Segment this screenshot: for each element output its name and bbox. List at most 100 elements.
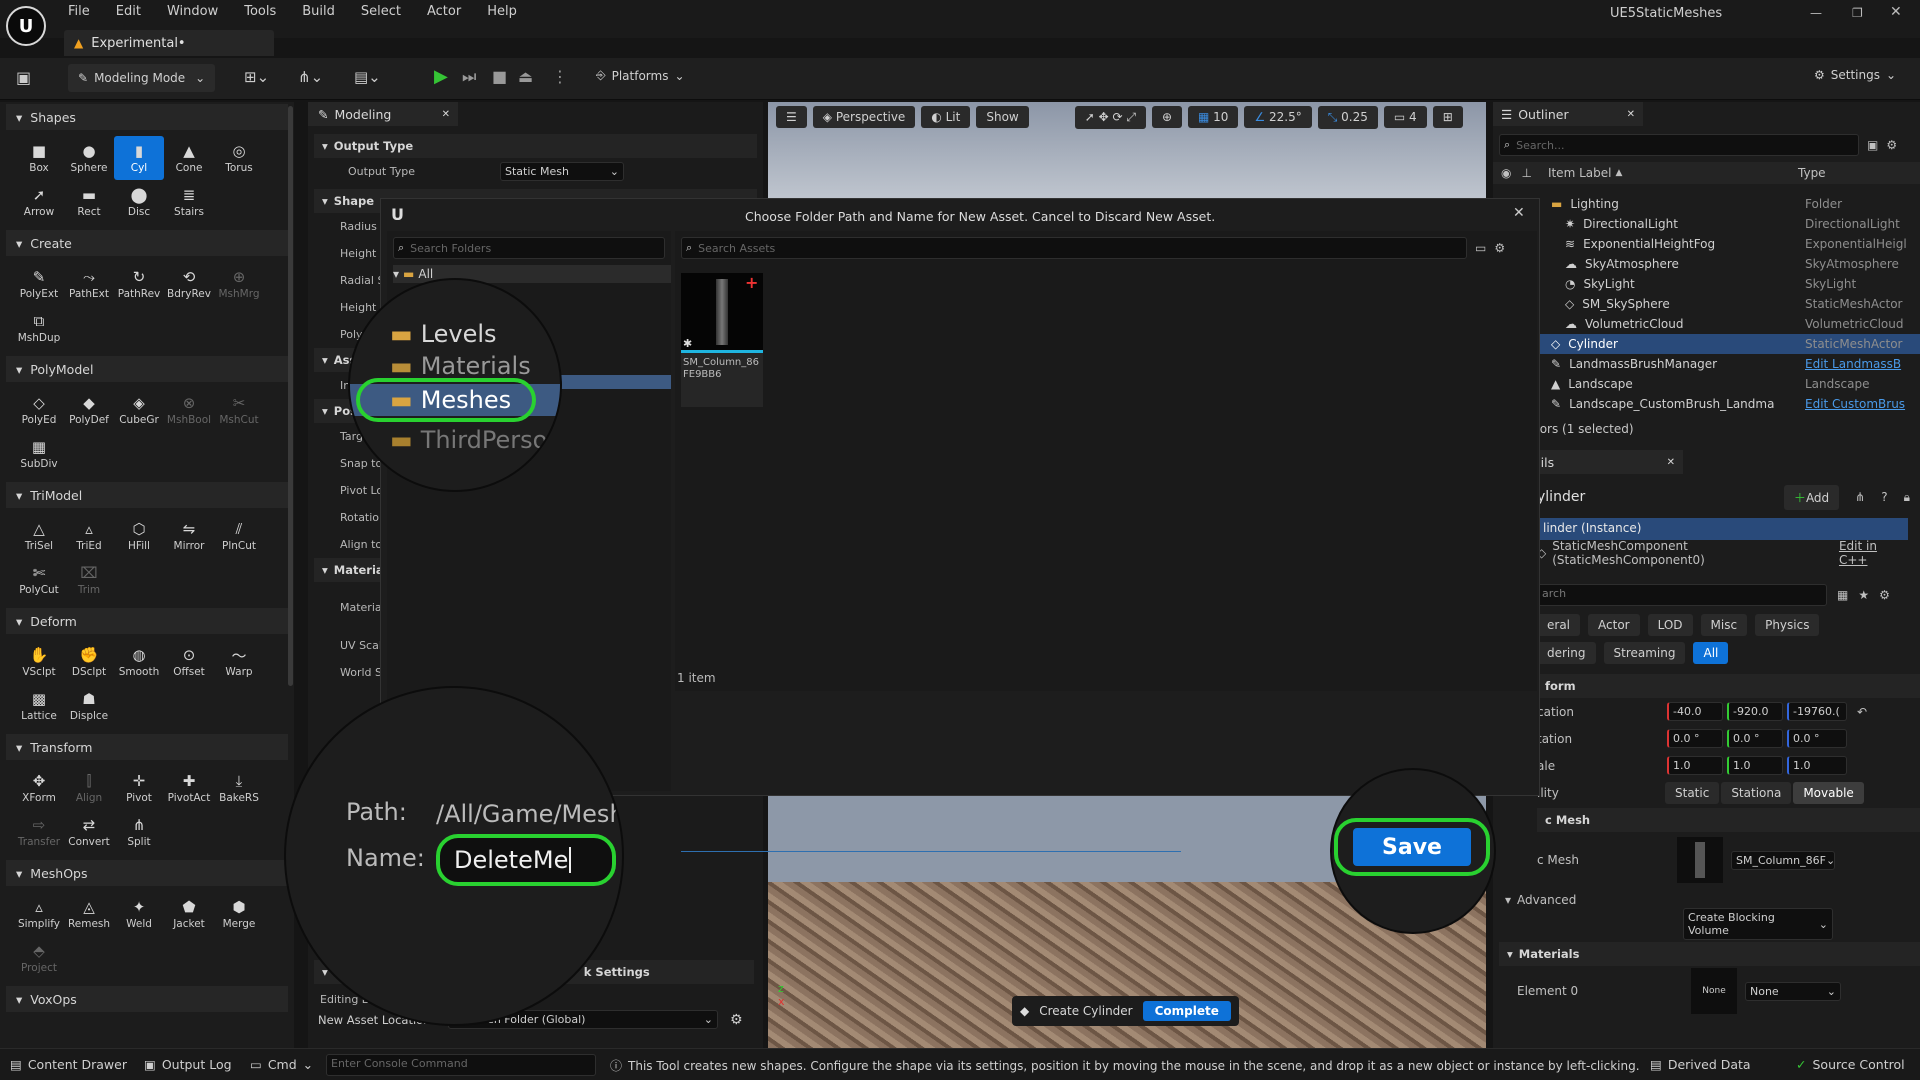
- world-local-icon[interactable]: ⊕: [1151, 106, 1183, 128]
- tool-xform-button[interactable]: ✥ XForm: [14, 766, 64, 810]
- tool-cubegr-button[interactable]: ◈ CubeGr: [114, 388, 164, 432]
- unreal-logo[interactable]: U: [6, 6, 46, 46]
- layout-icon[interactable]: ⊞: [1432, 106, 1463, 128]
- tool-mshcut-button[interactable]: ✂ MshCut: [214, 388, 264, 432]
- tool-smooth-button[interactable]: ◍ Smooth: [114, 640, 164, 684]
- tool-pivotact-button[interactable]: ✚ PivotAct: [164, 766, 214, 810]
- output-type-section[interactable]: ▾ Output Type: [314, 134, 757, 158]
- gear-icon[interactable]: ⚙: [1886, 138, 1897, 152]
- outliner-search-input[interactable]: ⌕ Search...: [1499, 134, 1859, 156]
- cmd-dropdown[interactable]: ▭ Cmd ⌄: [250, 1057, 313, 1072]
- console-input[interactable]: Enter Console Command: [326, 1054, 596, 1076]
- pin-icon[interactable]: ⊥: [1521, 166, 1531, 180]
- tool-tried-button[interactable]: ▵ TriEd: [64, 514, 114, 558]
- tool-plncut-button[interactable]: ⫽ PlnCut: [214, 514, 264, 558]
- tool-trisel-button[interactable]: △ TriSel: [14, 514, 64, 558]
- add-actor-icon[interactable]: ⊞⌄: [244, 68, 269, 86]
- filter-streaming[interactable]: Streaming: [1603, 642, 1686, 664]
- save-icon[interactable]: ▣: [16, 68, 31, 87]
- close-icon[interactable]: ✕: [1513, 205, 1525, 221]
- tool-transfer-button[interactable]: ⇨ Transfer: [14, 810, 64, 854]
- tool-subdiv-button[interactable]: ▦ SubDiv: [14, 432, 64, 476]
- play-icon[interactable]: ▶: [434, 66, 448, 87]
- outliner-row[interactable]: ◇ SM_SkySphere StaticMeshActor: [1493, 294, 1920, 314]
- location-x[interactable]: -40.0: [1667, 702, 1723, 721]
- step-icon[interactable]: ⏭: [462, 67, 476, 87]
- outliner-row[interactable]: ◔ SkyLight SkyLight: [1493, 274, 1920, 294]
- add-folder-icon[interactable]: ▣: [1867, 138, 1878, 152]
- component-row[interactable]: ◇ StaticMeshComponent (StaticMeshCompone…: [1537, 539, 1920, 567]
- output-type-dropdown[interactable]: Static Mesh ⌄: [500, 162, 624, 181]
- tool-pivot-button[interactable]: ✛ Pivot: [114, 766, 164, 810]
- mobility-movable[interactable]: Movable: [1793, 781, 1864, 804]
- tool-vsclpt-button[interactable]: ✋ VSclpt: [14, 640, 64, 684]
- rotation-x[interactable]: 0.0 °: [1667, 729, 1723, 748]
- tool-sphere-button[interactable]: ● Sphere: [64, 136, 114, 180]
- material-thumbnail[interactable]: None: [1691, 968, 1737, 1014]
- select-mode-icon[interactable]: ➚ ✥ ⟳ ⤢: [1074, 105, 1146, 129]
- filter-misc[interactable]: Misc: [1700, 614, 1748, 636]
- search-assets-input[interactable]: ⌕ Search Assets: [681, 237, 1467, 259]
- tool-disc-button[interactable]: ⬤ Disc: [114, 180, 164, 224]
- filter-all[interactable]: All: [1693, 642, 1729, 664]
- static-mesh-section[interactable]: c Mesh: [1537, 808, 1920, 832]
- tool-align-button[interactable]: ⫿ Align: [64, 766, 114, 810]
- close-icon[interactable]: ✕: [1667, 457, 1675, 468]
- close-icon[interactable]: ✕: [442, 109, 450, 120]
- materials-section[interactable]: ▾ Materials: [1499, 942, 1920, 966]
- mobility-stationary[interactable]: Stationa: [1721, 781, 1792, 804]
- filter-physics[interactable]: Physics: [1755, 614, 1820, 636]
- name-input[interactable]: DeleteMe: [436, 834, 616, 886]
- rotation-y[interactable]: 0.0 °: [1727, 729, 1783, 748]
- palette-section-deform[interactable]: ▾ Deform: [6, 608, 288, 634]
- outliner-row[interactable]: ☁ SkyAtmosphere SkyAtmosphere: [1493, 254, 1920, 274]
- tool-lattice-button[interactable]: ▩ Lattice: [14, 684, 64, 728]
- palette-scrollbar[interactable]: [288, 106, 293, 686]
- tool-bakers-button[interactable]: ⤓ BakeRS: [214, 766, 264, 810]
- palette-section-trimodel[interactable]: ▾ TriModel: [6, 482, 288, 508]
- edit-in-cpp-link[interactable]: Edit in C++: [1839, 539, 1908, 567]
- scale-z[interactable]: 1.0: [1787, 756, 1847, 775]
- folder-item-meshes[interactable]: ▬ Meshes: [356, 378, 536, 422]
- details-search-input[interactable]: arch: [1537, 584, 1827, 606]
- outliner-row[interactable]: ✎ Landscape_CustomBrush_Landma Edit Custom…: [1493, 394, 1920, 414]
- actor-name[interactable]: ylinder: [1537, 489, 1585, 505]
- outliner-row[interactable]: ▬ Lighting Folder: [1493, 194, 1920, 214]
- static-mesh-dropdown[interactable]: SM_Column_86F ⌄: [1731, 850, 1835, 870]
- angle-snap-button[interactable]: ∠ 22.5°: [1244, 106, 1312, 128]
- show-button[interactable]: Show: [976, 106, 1029, 128]
- tool-bdryrev-button[interactable]: ⟲ BdryRev: [164, 262, 214, 306]
- tool-stairs-button[interactable]: ≣ Stairs: [164, 180, 214, 224]
- tool-trim-button[interactable]: ⌧ Trim: [64, 558, 114, 602]
- output-log-button[interactable]: ▣ Output Log: [144, 1057, 232, 1072]
- outliner-row[interactable]: ▲ Landscape Landscape: [1493, 374, 1920, 394]
- save-button[interactable]: Save: [1353, 828, 1471, 866]
- close-icon[interactable]: ✕: [1627, 109, 1635, 120]
- tool-polyext-button[interactable]: ✎ PolyExt: [14, 262, 64, 306]
- filter-rendering[interactable]: dering: [1537, 642, 1596, 664]
- close-window-icon[interactable]: ✕: [1890, 4, 1902, 20]
- lit-button[interactable]: ◐ Lit: [921, 106, 971, 128]
- menu-edit[interactable]: Edit: [116, 4, 141, 19]
- scale-y[interactable]: 1.0: [1727, 756, 1783, 775]
- minimize-icon[interactable]: —: [1810, 6, 1822, 20]
- palette-section-create[interactable]: ▾ Create: [6, 230, 288, 256]
- blueprint-icon[interactable]: ⋔: [1855, 490, 1865, 504]
- tool-polyed-button[interactable]: ◇ PolyEd: [14, 388, 64, 432]
- transform-section[interactable]: form: [1537, 674, 1920, 698]
- menu-tools[interactable]: Tools: [244, 4, 276, 19]
- tool-arrow-button[interactable]: ➚ Arrow: [14, 180, 64, 224]
- outliner-row[interactable]: ✎ LandmassBrushManager Edit LandmassB: [1493, 354, 1920, 374]
- scale-snap-button[interactable]: ⤡ 0.25: [1317, 105, 1378, 129]
- blueprint-icon[interactable]: ⋔⌄: [298, 68, 323, 86]
- mesh-thumbnail[interactable]: [1677, 837, 1723, 883]
- settings-button[interactable]: ⚙ Settings ⌄: [1814, 68, 1896, 82]
- modeling-tab[interactable]: ✎ Modeling ✕: [308, 102, 458, 126]
- tool-convert-button[interactable]: ⇄ Convert: [64, 810, 114, 854]
- reset-icon[interactable]: ↶: [1857, 705, 1867, 719]
- viewport-menu-icon[interactable]: ☰: [776, 106, 807, 128]
- outliner-row[interactable]: ◇ Cylinder StaticMeshActor: [1493, 334, 1920, 354]
- filter-actor[interactable]: Actor: [1588, 614, 1640, 636]
- menu-window[interactable]: Window: [167, 4, 218, 19]
- gear-icon[interactable]: ⚙: [1879, 588, 1890, 602]
